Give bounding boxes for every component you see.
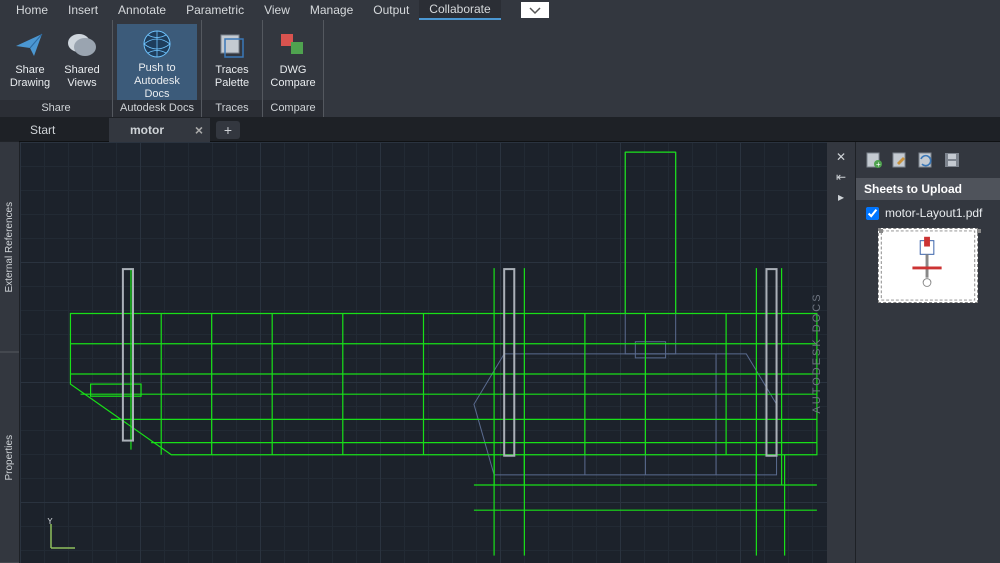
menu-manage[interactable]: Manage [300,1,363,19]
compare-icon [278,28,308,62]
push-to-docs-label: Push to Autodesk Docs [121,62,193,101]
main-menu-bar: Home Insert Annotate Parametric View Man… [0,0,1000,20]
ribbon-panel-docs-title: Autodesk Docs [113,100,201,117]
palette-icon [217,28,247,62]
sheets-toolbar: + [856,142,1000,178]
collapse-panel-icon[interactable]: ▸ [838,190,844,204]
autodesk-docs-watermark: AUTODESK DOCS [811,292,823,413]
sheet-thumbnail[interactable] [878,228,978,303]
dwg-compare-button[interactable]: DWG Compare [267,24,319,100]
ribbon-panel-traces: Traces Palette Traces [202,20,263,117]
menu-output[interactable]: Output [363,1,419,19]
menu-view[interactable]: View [254,1,300,19]
send-icon [14,28,46,62]
tab-start[interactable]: Start [10,118,110,142]
menu-annotate[interactable]: Annotate [108,1,176,19]
edit-sheet-icon[interactable] [890,150,910,170]
menu-home[interactable]: Home [6,1,58,19]
close-panel-icon[interactable]: ✕ [836,150,846,164]
sheet-checkbox[interactable] [866,207,879,220]
left-palette-strip: External References Properties [0,142,20,563]
traces-palette-button[interactable]: Traces Palette [206,24,258,100]
save-sheet-icon[interactable] [942,150,962,170]
ribbon-panel-share: Share Drawing Shared Views Share [0,20,113,117]
document-tabs: Start motor × + [0,118,1000,142]
tab-motor[interactable]: motor × [110,118,210,142]
main-area: External References Properties [0,142,1000,563]
shared-views-button[interactable]: Shared Views [56,24,108,100]
svg-text:Y: Y [47,518,53,526]
add-tab-button[interactable]: + [216,121,240,139]
properties-tab[interactable]: Properties [0,353,19,563]
menu-insert[interactable]: Insert [58,1,108,19]
pin-panel-icon[interactable]: ⇤ [836,170,846,184]
svg-text:+: + [876,160,881,169]
share-drawing-button[interactable]: Share Drawing [4,24,56,100]
sheets-panel-title: Sheets to Upload [856,178,1000,200]
ribbon-panel-compare: DWG Compare Compare [263,20,324,117]
push-to-docs-button[interactable]: Push to Autodesk Docs [117,24,197,100]
refresh-sheet-icon[interactable] [916,150,936,170]
ribbon-minimize-dropdown[interactable] [521,2,549,18]
tab-start-label: Start [30,123,55,137]
ribbon-panel-autodesk-docs: Push to Autodesk Docs Autodesk Docs [113,20,202,117]
axis-indicator: Y [45,518,81,557]
close-icon[interactable]: × [195,122,203,138]
sheet-row[interactable]: motor-Layout1.pdf [856,200,1000,222]
menu-collaborate[interactable]: Collaborate [419,0,500,20]
cad-wireframe [20,142,827,563]
external-references-tab[interactable]: External References [0,142,19,353]
cubes-icon [66,28,98,62]
add-sheet-icon[interactable]: + [864,150,884,170]
share-drawing-label: Share Drawing [8,64,52,90]
traces-palette-label: Traces Palette [210,64,254,90]
dwg-compare-label: DWG Compare [270,64,315,90]
sheet-filename: motor-Layout1.pdf [885,206,982,220]
ribbon: Share Drawing Shared Views Share Push to… [0,20,1000,118]
ribbon-panel-traces-title: Traces [202,100,262,117]
panel-control-strip: ✕ ⇤ ▸ [827,142,855,563]
menu-parametric[interactable]: Parametric [176,1,254,19]
ribbon-panel-share-title: Share [0,100,112,117]
globe-icon [140,28,174,60]
sheets-panel: + Sheets to Upload motor-Layout1.pdf [855,142,1000,563]
shared-views-label: Shared Views [60,64,104,90]
tab-motor-label: motor [130,123,164,137]
ribbon-panel-compare-title: Compare [263,100,323,117]
drawing-canvas[interactable]: Y AUTODESK DOCS [20,142,827,563]
